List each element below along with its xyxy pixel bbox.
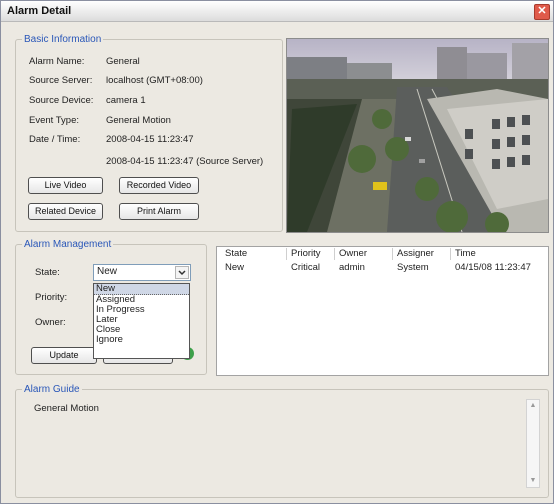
column-header-priority[interactable]: Priority — [287, 248, 335, 260]
event-type-value: General Motion — [106, 115, 171, 126]
alarm-history-table[interactable]: State Priority Owner Assigner Time New C… — [216, 246, 549, 376]
print-alarm-button[interactable]: Print Alarm — [119, 203, 199, 220]
source-server-value: localhost (GMT+08:00) — [106, 75, 203, 86]
table-cell-time: 04/15/08 11:23:47 — [455, 262, 531, 273]
window-title: Alarm Detail — [7, 5, 72, 17]
state-label: State: — [35, 267, 60, 278]
event-type-label: Event Type: — [29, 115, 79, 126]
priority-label: Priority: — [35, 292, 68, 303]
alarm-guide-legend: Alarm Guide — [24, 384, 80, 395]
live-video-button[interactable]: Live Video — [28, 177, 103, 194]
recorded-video-button[interactable]: Recorded Video — [119, 177, 199, 194]
alarm-detail-window: Alarm Detail ✕ Basic Information Alarm N… — [0, 0, 554, 504]
table-cell-assigner: System — [397, 262, 429, 273]
alarm-name-value: General — [106, 56, 140, 67]
source-device-value: camera 1 — [106, 95, 146, 106]
source-server-label: Source Server: — [29, 75, 93, 86]
table-cell-priority: Critical — [291, 262, 321, 273]
table-cell-owner: admin — [339, 262, 365, 273]
date-time-value: 2008-04-15 11:23:47 — [106, 134, 194, 145]
date-time-label: Date / Time: — [29, 134, 81, 145]
source-device-label: Source Device: — [29, 95, 94, 106]
basic-information-legend: Basic Information — [24, 34, 102, 45]
owner-label: Owner: — [35, 317, 66, 328]
alarm-name-label: Alarm Name: — [29, 56, 85, 67]
scroll-down-icon[interactable]: ▼ — [527, 475, 539, 487]
source-server-time-value: 2008-04-15 11:23:47 (Source Server) — [106, 156, 264, 167]
video-snapshot — [286, 38, 549, 233]
city-street-scene-image — [287, 39, 548, 232]
title-bar: Alarm Detail ✕ — [1, 1, 553, 22]
scroll-up-icon[interactable]: ▲ — [527, 400, 539, 412]
column-header-time[interactable]: Time — [451, 248, 546, 260]
state-option-ignore[interactable]: Ignore — [94, 335, 189, 345]
related-device-button[interactable]: Related Device — [28, 203, 103, 220]
state-dropdown-list[interactable]: New Assigned In Progress Later Close Ign… — [93, 283, 190, 359]
alarm-management-legend: Alarm Management — [24, 239, 112, 250]
column-header-assigner[interactable]: Assigner — [393, 248, 451, 260]
alarm-guide-text: General Motion — [34, 403, 99, 414]
close-icon[interactable]: ✕ — [534, 4, 550, 20]
state-selected-value: New — [97, 266, 118, 277]
alarm-guide-textarea[interactable]: General Motion — [25, 395, 545, 491]
table-cell-state: New — [225, 262, 245, 273]
column-header-state[interactable]: State — [221, 248, 287, 260]
update-button[interactable]: Update — [31, 347, 97, 364]
alarm-guide-scrollbar[interactable]: ▲ ▼ — [526, 399, 540, 488]
chevron-down-icon[interactable] — [175, 266, 189, 279]
state-select[interactable]: New — [93, 264, 191, 281]
column-header-owner[interactable]: Owner — [335, 248, 393, 260]
